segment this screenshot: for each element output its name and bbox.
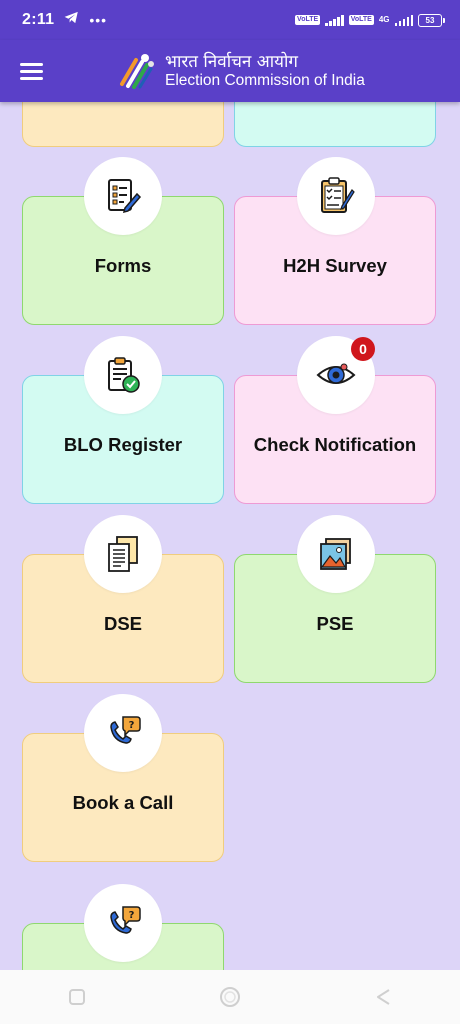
tile-book-a-call-label: Book a Call — [72, 792, 174, 813]
tile-pse-label: PSE — [316, 613, 354, 634]
notification-count-badge: 0 — [351, 337, 375, 361]
tile-h2h-survey-label: H2H Survey — [283, 255, 387, 276]
signal-1-icon — [325, 14, 344, 26]
documents-icon — [108, 536, 138, 572]
eye-icon — [316, 363, 356, 384]
signal-2-icon — [394, 14, 413, 26]
svg-text:?: ? — [129, 720, 135, 731]
clipboard-checklist-icon — [321, 177, 355, 213]
telegram-icon — [64, 11, 79, 29]
status-bar: 2:11 ••• VoLTE VoLTE 4G 53 — [0, 0, 460, 40]
tile-partial-top-right[interactable] — [234, 102, 436, 147]
recents-button[interactable] — [47, 977, 107, 1017]
title-english: Election Commission of India — [165, 72, 365, 89]
back-icon — [377, 989, 390, 1005]
recents-icon — [68, 989, 85, 1005]
h2h-icon-bubble — [297, 157, 375, 235]
app-header: भारत निर्वाचन आयोग Election Commission o… — [0, 40, 460, 102]
volte-1-tag: VoLTE — [295, 15, 321, 25]
blo-icon-bubble — [84, 336, 162, 414]
title-hindi: भारत निर्वाचन आयोग — [165, 52, 298, 72]
register-check-icon — [108, 357, 140, 393]
tile-grid[interactable]: Forms H2H Survey BLO Register Check Noti… — [0, 102, 460, 970]
photo-icon — [320, 538, 351, 570]
battery-icon: 53 — [418, 13, 445, 27]
tile-blo-register-label: BLO Register — [63, 434, 183, 455]
network-type: 4G — [378, 15, 390, 24]
pse-icon-bubble — [297, 515, 375, 593]
partial-bottom-icon-bubble: ? — [84, 884, 162, 962]
dse-icon-bubble — [84, 515, 162, 593]
form-icon — [108, 179, 142, 214]
status-time: 2:11 — [22, 11, 55, 28]
home-button[interactable] — [200, 977, 260, 1017]
svg-text:?: ? — [129, 910, 135, 921]
tile-dse-label: DSE — [103, 613, 143, 634]
phone-help-icon: ? — [110, 906, 141, 934]
tile-forms-label: Forms — [94, 255, 152, 276]
volte-2-tag: VoLTE — [348, 15, 374, 25]
tile-check-notification-label: Check Notification — [253, 434, 417, 455]
phone-help-icon: ? — [110, 716, 141, 744]
eci-logo-icon — [120, 54, 154, 89]
back-button[interactable] — [353, 977, 413, 1017]
home-icon — [219, 987, 240, 1007]
menu-icon[interactable] — [20, 62, 44, 80]
forms-icon-bubble — [84, 157, 162, 235]
system-nav-bar — [0, 970, 460, 1024]
tile-partial-top-left[interactable] — [22, 102, 224, 147]
battery-level: 53 — [425, 15, 435, 25]
more-notifications-icon: ••• — [89, 12, 108, 28]
book-call-icon-bubble: ? — [84, 694, 162, 772]
